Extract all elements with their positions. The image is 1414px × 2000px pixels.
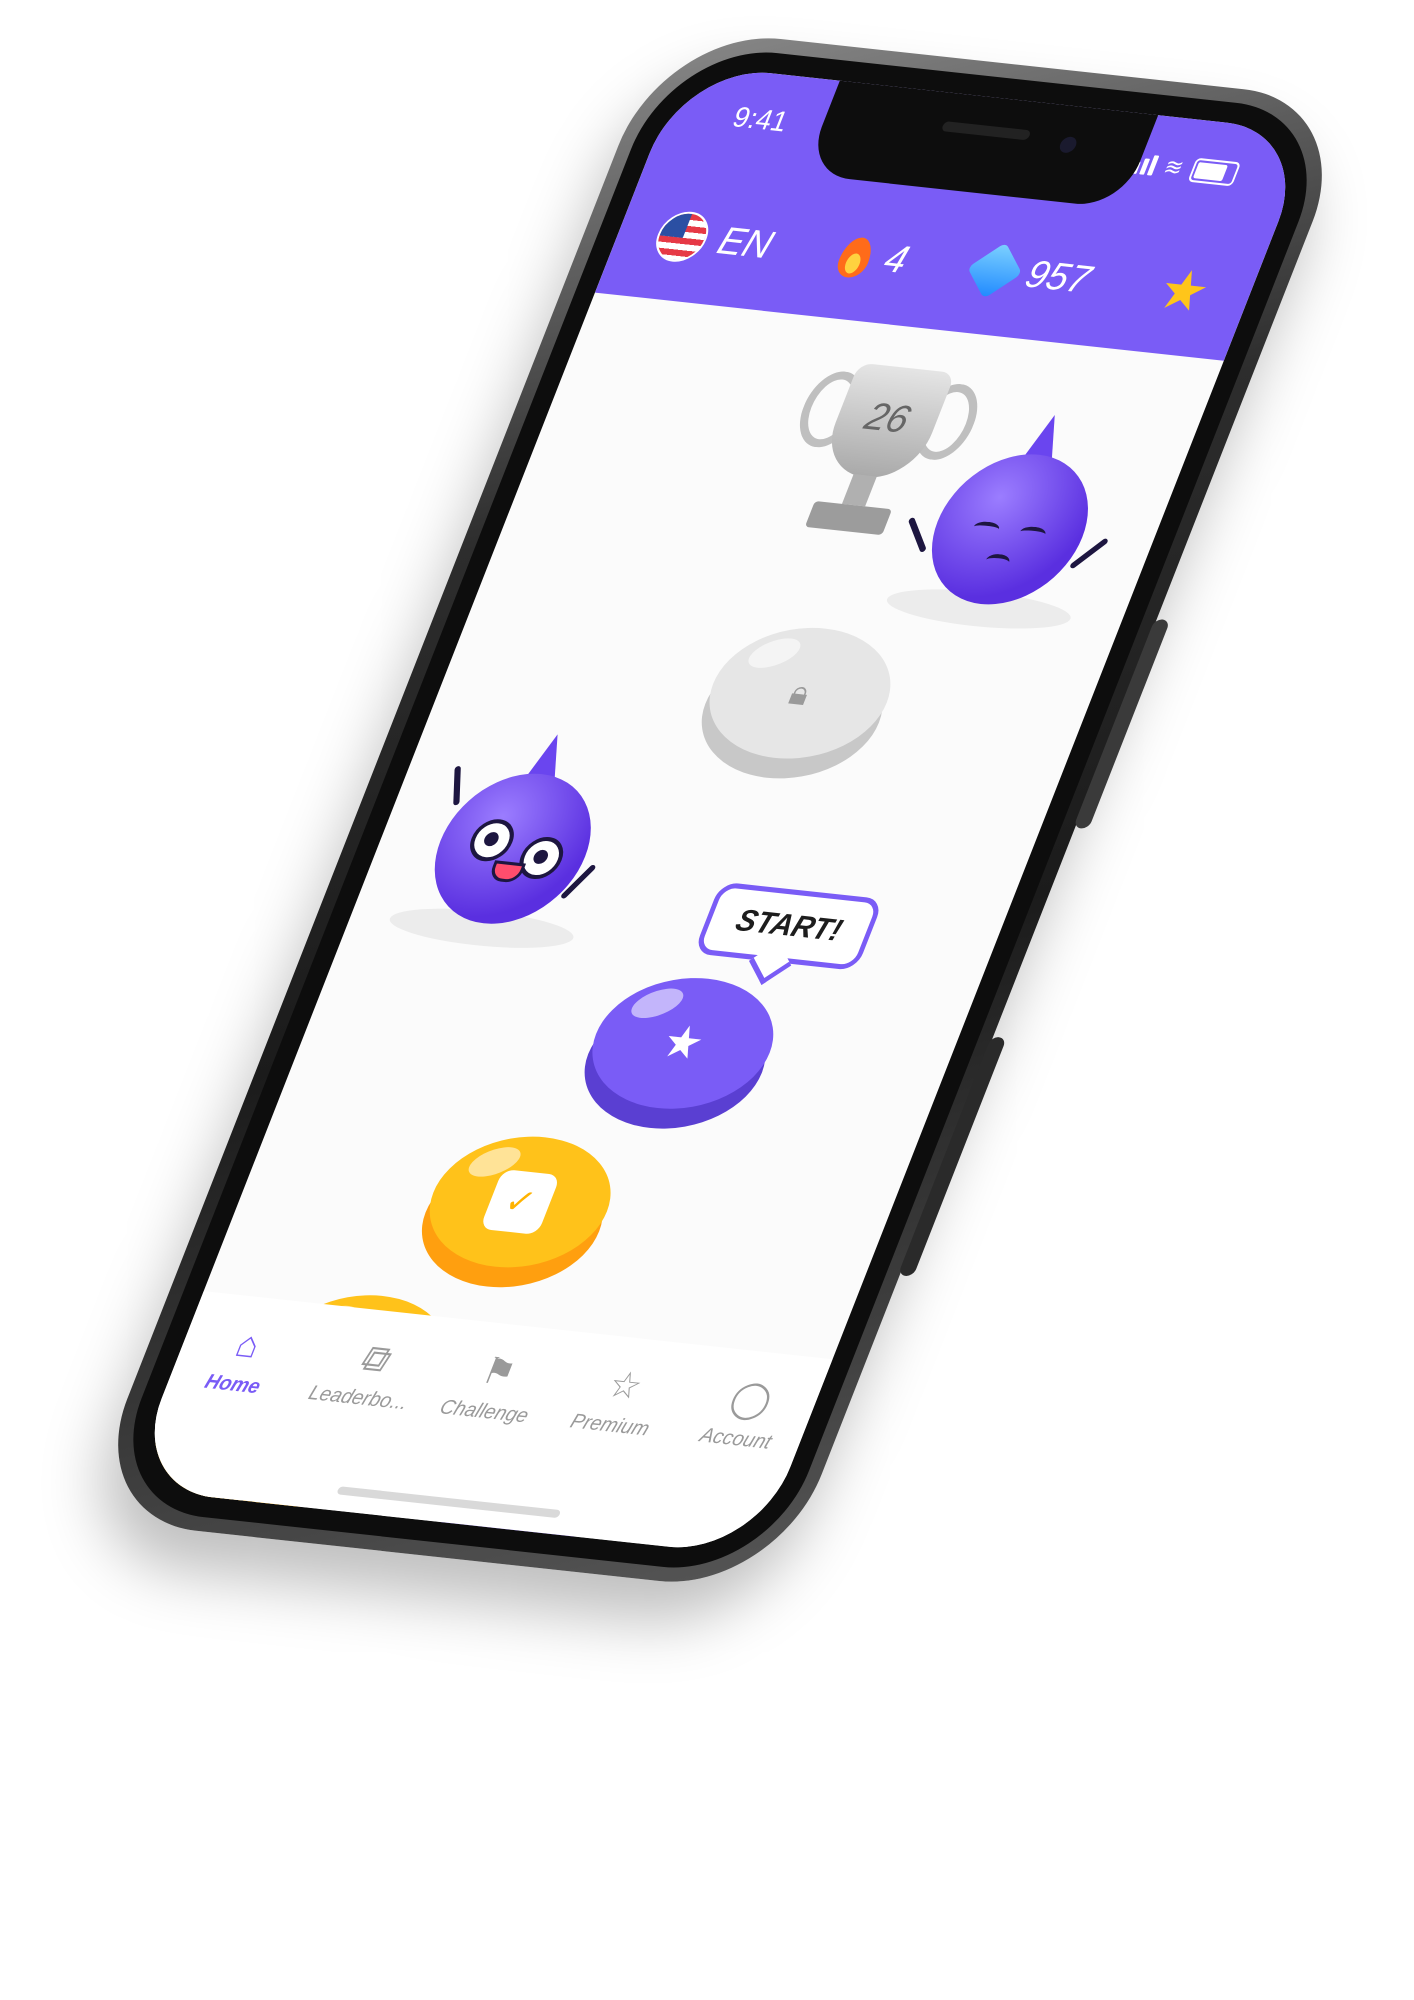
tab-premium[interactable]: ☆ Premium <box>552 1361 686 1443</box>
tab-label: Leaderbo... <box>305 1381 412 1415</box>
leaderboard-icon: ⧉ <box>353 1336 395 1380</box>
locked-lesson-node[interactable]: 🔒︎ <box>680 619 913 788</box>
streak-counter[interactable]: 4 <box>831 232 915 283</box>
mascot-arm <box>453 765 461 806</box>
home-icon: ⌂ <box>229 1322 267 1366</box>
gem-icon <box>967 242 1023 299</box>
battery-icon <box>1187 157 1242 187</box>
trophy-base <box>804 500 893 536</box>
drop-body <box>411 766 615 932</box>
gems-count: 957 <box>1019 252 1098 302</box>
tab-label: Premium <box>567 1410 653 1441</box>
completed-lesson-node[interactable]: ✓ <box>400 1127 633 1296</box>
us-flag-icon <box>648 209 717 265</box>
status-time: 9:41 <box>728 100 793 138</box>
speaker <box>940 121 1032 141</box>
challenge-icon: ⚑ <box>478 1349 521 1394</box>
home-indicator <box>336 1486 562 1519</box>
tab-label: Challenge <box>436 1396 532 1428</box>
streak-count: 4 <box>878 237 915 282</box>
phone-mockup: 9:41 ≋ EN 4 957 ★ 26 🔒︎ START! ★ ✓ ⌂ Hom… <box>0 0 1414 2000</box>
gems-counter[interactable]: 957 <box>967 242 1098 302</box>
fire-icon <box>831 232 881 279</box>
trophy-stem <box>841 474 877 507</box>
tab-account[interactable]: ◯ Account <box>678 1375 812 1457</box>
star-icon: ☆ <box>602 1362 650 1408</box>
tab-leaderboard[interactable]: ⧉ Leaderbo... <box>301 1334 435 1416</box>
tab-label: Home <box>201 1370 264 1399</box>
language-selector[interactable]: EN <box>648 209 780 271</box>
app-screen: 9:41 ≋ EN 4 957 ★ 26 🔒︎ START! ★ ✓ ⌂ Hom… <box>126 63 1314 1557</box>
wifi-icon: ≋ <box>1160 153 1188 181</box>
phone-device: 9:41 ≋ EN 4 957 ★ 26 🔒︎ START! ★ ✓ ⌂ Hom… <box>80 26 1360 1594</box>
language-code: EN <box>711 219 780 267</box>
header-stats: EN 4 957 ★ <box>648 207 1221 324</box>
current-lesson-node[interactable]: ★ <box>562 969 795 1138</box>
achievements-button[interactable]: ★ <box>1147 258 1220 324</box>
account-icon: ◯ <box>724 1376 779 1422</box>
tab-home[interactable]: ⌂ Home <box>175 1320 309 1402</box>
start-tooltip: START! <box>693 881 885 971</box>
tab-challenge[interactable]: ⚑ Challenge <box>426 1347 560 1429</box>
camera <box>1057 136 1079 154</box>
waving-drop-mascot <box>383 727 630 956</box>
tab-label: Account <box>696 1424 775 1454</box>
star-badge-icon: ★ <box>1148 258 1219 324</box>
